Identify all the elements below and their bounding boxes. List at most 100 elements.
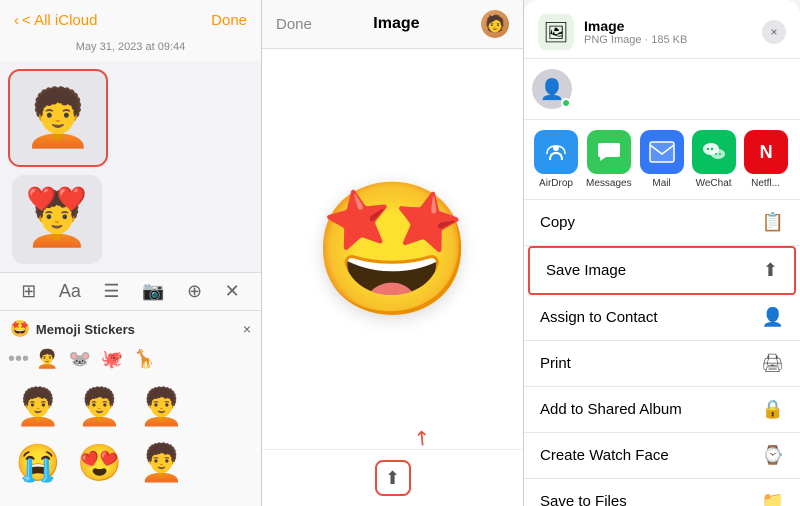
contact-icon: 👤 <box>540 77 565 102</box>
share-header: 🖼 Image PNG Image · 185 KB × <box>524 0 800 59</box>
copy-label: Copy <box>540 214 575 231</box>
action-list: Copy 📋 Save Image ⬆ Assign to Contact 👤 … <box>524 200 800 506</box>
sticker-item[interactable]: 🧑‍🦱 <box>10 382 66 432</box>
netflix-label: Netfl... <box>751 178 780 189</box>
user-avatar: 🧑 <box>481 10 509 38</box>
close-icon[interactable]: ✕ <box>225 281 240 302</box>
image-title: Image <box>373 15 419 33</box>
sticker-tab-4[interactable]: 🦒 <box>130 347 158 372</box>
sticker-panel: 🤩 Memoji Stickers × ••• 🧑‍🦱 🐭 🐙 🦒 🧑‍🦱 🧑‍… <box>0 310 261 506</box>
sticker-tabs: ••• 🧑‍🦱 🐭 🐙 🦒 <box>0 343 261 376</box>
messages-header: ‹ < All iCloud Done <box>0 0 261 35</box>
wechat-icon <box>692 130 736 174</box>
copy-action[interactable]: Copy 📋 <box>524 200 800 246</box>
sticker-item[interactable]: 🧑‍🦱 <box>72 382 128 432</box>
image-footer: ↙ ⬆ <box>262 449 523 506</box>
save-files-label: Save to Files <box>540 493 627 506</box>
app-icons-row: AirDrop Messages Mail WeChat <box>524 120 800 200</box>
messages-panel: ‹ < All iCloud Done May 31, 2023 at 09:4… <box>0 0 262 506</box>
text-icon[interactable]: Aa <box>59 281 81 302</box>
file-icon: 🖼 <box>538 14 574 50</box>
message-bubble-1[interactable]: 🧑‍🦱 <box>8 69 108 167</box>
airdrop-label: AirDrop <box>539 178 573 189</box>
file-name: Image <box>584 18 762 34</box>
sticker-tab-1[interactable]: 🧑‍🦱 <box>33 347 61 372</box>
app-icon-mail[interactable]: Mail <box>640 130 684 189</box>
copy-icon: 📋 <box>762 212 784 233</box>
message-timestamp: May 31, 2023 at 09:44 <box>0 35 261 61</box>
app-icon-airdrop[interactable]: AirDrop <box>534 130 578 189</box>
image-header: Done Image 🧑 <box>262 0 523 49</box>
add-album-label: Add to Shared Album <box>540 401 682 418</box>
image-panel: Done Image 🧑 🤩 ↙ ⬆ <box>262 0 524 506</box>
sticker-close-button[interactable]: × <box>243 321 251 337</box>
share-button[interactable]: ⬆ <box>375 460 411 496</box>
netflix-icon: N <box>744 130 788 174</box>
app-icon-messages[interactable]: Messages <box>586 130 632 189</box>
sticker-item[interactable]: 🧑‍🦱 <box>134 382 190 432</box>
sticker-title-row: 🤩 Memoji Stickers <box>10 319 135 339</box>
circle-icon[interactable]: ⊕ <box>187 281 202 302</box>
sticker-grid: 🧑‍🦱 🧑‍🦱 🧑‍🦱 😭 😍 🧑‍🦱 <box>0 376 261 494</box>
messages-icon <box>587 130 631 174</box>
sticker-header: 🤩 Memoji Stickers × <box>0 311 261 343</box>
chevron-left-icon: ‹ <box>14 12 19 29</box>
image-done-button[interactable]: Done <box>276 16 312 33</box>
assign-contact-label: Assign to Contact <box>540 309 658 326</box>
camera-icon[interactable]: 📷 <box>142 281 164 302</box>
share-sheet-panel: 🖼 Image PNG Image · 185 KB × 👤 AirDrop <box>524 0 800 506</box>
save-image-label: Save Image <box>546 262 626 279</box>
save-image-action[interactable]: Save Image ⬆ <box>528 246 796 295</box>
contact-avatar[interactable]: 👤 <box>532 69 572 109</box>
emoji-sticker-2: 🧑‍🦱❤️❤️ <box>25 194 90 246</box>
print-label: Print <box>540 355 571 372</box>
messages-label: Messages <box>586 178 632 189</box>
mail-icon <box>640 130 684 174</box>
message-list: 🧑‍🦱 🧑‍🦱❤️❤️ <box>0 61 261 272</box>
share-close-button[interactable]: × <box>762 20 786 44</box>
add-album-icon: 🔒 <box>762 399 784 420</box>
file-meta: PNG Image · 185 KB <box>584 34 762 46</box>
save-image-icon: ⬆ <box>763 260 778 281</box>
sticker-item[interactable]: 😍 <box>72 438 128 488</box>
watch-face-action[interactable]: Create Watch Face ⌚ <box>524 433 800 479</box>
add-album-action[interactable]: Add to Shared Album 🔒 <box>524 387 800 433</box>
sticker-title-emoji: 🤩 <box>10 319 30 339</box>
app-icon-wechat[interactable]: WeChat <box>692 130 736 189</box>
mail-label: Mail <box>652 178 670 189</box>
message-bubble-2[interactable]: 🧑‍🦱❤️❤️ <box>12 175 102 264</box>
sticker-item[interactable]: 🧑‍🦱 <box>134 438 190 488</box>
sticker-item[interactable] <box>195 382 251 432</box>
back-button[interactable]: ‹ < All iCloud <box>14 12 97 29</box>
airdrop-icon <box>534 130 578 174</box>
main-memoji: 🤩 <box>312 184 474 314</box>
print-action[interactable]: Print 🖨 <box>524 341 800 387</box>
bullets-icon[interactable]: ☰ <box>103 281 119 302</box>
emoji-sticker-1: 🧑‍🦱 <box>23 90 93 146</box>
app-icon-netflix[interactable]: N Netfl... <box>744 130 788 189</box>
more-stickers-button[interactable]: ••• <box>8 348 29 371</box>
done-button[interactable]: Done <box>211 12 247 29</box>
share-sheet: 🖼 Image PNG Image · 185 KB × 👤 AirDrop <box>524 0 800 506</box>
grid-icon[interactable]: ⊞ <box>21 281 36 302</box>
assign-contact-action[interactable]: Assign to Contact 👤 <box>524 295 800 341</box>
watch-face-label: Create Watch Face <box>540 447 669 464</box>
wechat-label: WeChat <box>696 178 732 189</box>
online-indicator <box>561 98 571 108</box>
share-contact-row: 👤 <box>524 59 800 120</box>
back-label[interactable]: < All iCloud <box>22 12 97 29</box>
sticker-tab-2[interactable]: 🐭 <box>65 347 93 372</box>
image-content[interactable]: 🤩 <box>262 49 523 449</box>
sticker-item[interactable] <box>195 438 251 488</box>
print-icon: 🖨 <box>761 353 784 374</box>
save-files-icon: 📁 <box>762 491 784 506</box>
sticker-title: Memoji Stickers <box>36 322 135 337</box>
file-info: Image PNG Image · 185 KB <box>584 18 762 46</box>
save-files-action[interactable]: Save to Files 📁 <box>524 479 800 506</box>
heart-eyes-overlay: ❤️❤️ <box>27 188 87 212</box>
watch-face-icon: ⌚ <box>762 445 784 466</box>
sticker-item[interactable]: 😭 <box>10 438 66 488</box>
sticker-tab-3[interactable]: 🐙 <box>98 347 126 372</box>
messages-toolbar: ⊞ Aa ☰ 📷 ⊕ ✕ <box>0 272 261 310</box>
assign-contact-icon: 👤 <box>762 307 784 328</box>
